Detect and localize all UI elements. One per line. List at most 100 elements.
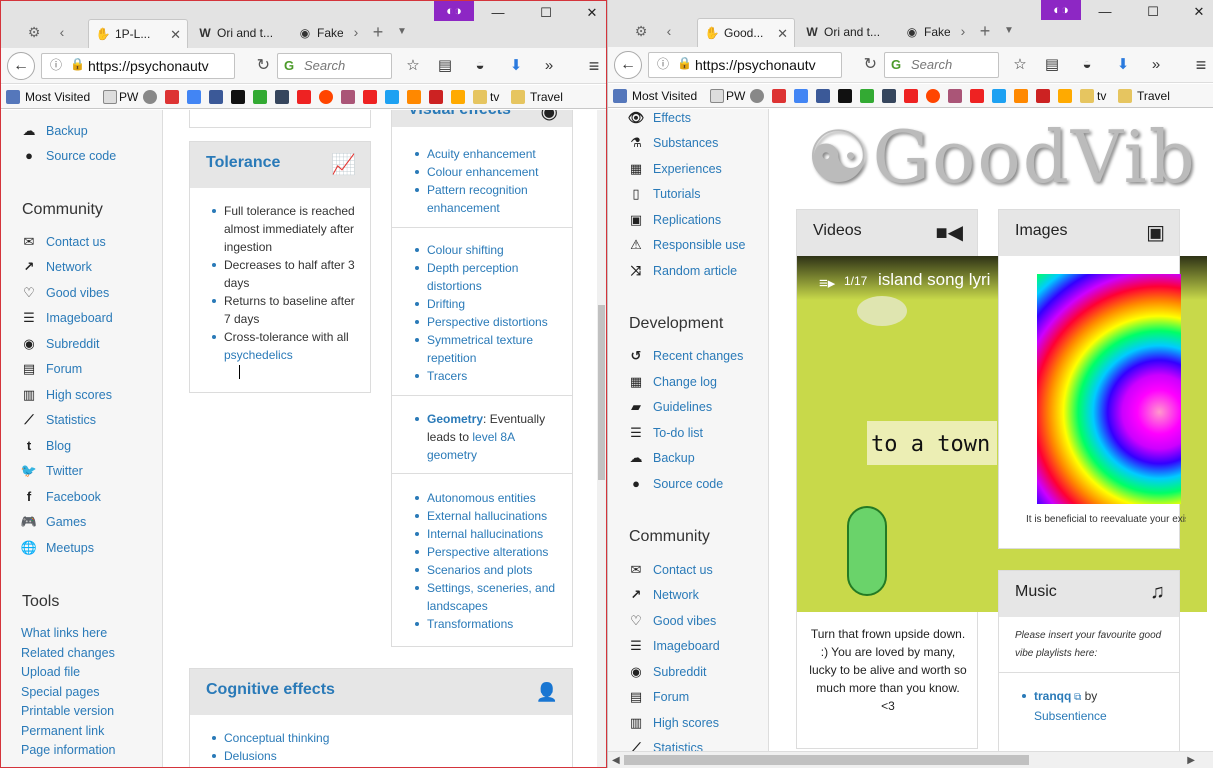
subsentience-link[interactable]: Subsentience bbox=[1034, 709, 1107, 723]
bookmark-favicon-1[interactable] bbox=[143, 90, 157, 104]
bookmark-favicon-1[interactable] bbox=[750, 89, 764, 103]
geometry-link[interactable]: Geometry bbox=[427, 412, 483, 426]
tab-2[interactable]: W Ori and t... bbox=[191, 19, 283, 48]
reading-list-icon[interactable]: ▤ bbox=[1042, 55, 1062, 75]
list-item[interactable]: Tracers bbox=[415, 367, 565, 385]
reload-icon[interactable]: ↻ bbox=[257, 54, 270, 78]
tumblr-bookmark-icon[interactable] bbox=[882, 89, 896, 103]
list-item[interactable]: Symmetrical texture repetition bbox=[415, 331, 565, 367]
sidebar-item-meetups[interactable]: 🌐 Meetups bbox=[21, 539, 94, 557]
sidebar-item-replications[interactable]: ▣ Replications bbox=[630, 211, 721, 229]
settings-tab-icon[interactable]: ⚙ bbox=[25, 23, 43, 41]
list-item[interactable]: Scenarios and plots bbox=[415, 561, 565, 579]
tool-page-information[interactable]: Page information bbox=[21, 743, 116, 757]
list-item[interactable]: Drifting bbox=[415, 295, 565, 313]
new-tab-icon[interactable]: + bbox=[976, 22, 994, 40]
bookmark-favicon-3[interactable] bbox=[860, 89, 874, 103]
bookmark-tv[interactable]: tv bbox=[1097, 88, 1106, 104]
tab-list-icon[interactable]: ▼ bbox=[393, 23, 411, 41]
sidebar-item-network[interactable]: ↗ Network bbox=[24, 258, 92, 276]
scroll-tabs-left-icon[interactable]: ‹ bbox=[660, 22, 678, 40]
sidebar-item-subreddit[interactable]: ◉ Subreddit bbox=[630, 663, 706, 681]
reddit-bookmark-icon[interactable] bbox=[319, 90, 333, 104]
search-input[interactable]: G Search bbox=[884, 52, 999, 78]
twitter-bookmark-icon[interactable] bbox=[385, 90, 399, 104]
gmail-icon[interactable] bbox=[165, 90, 179, 104]
sidebar-item-recent-changes[interactable]: ↺ Recent changes bbox=[631, 347, 744, 365]
tool-special-pages[interactable]: Special pages bbox=[21, 685, 100, 699]
bookmark-star-icon[interactable]: ☆ bbox=[1010, 55, 1030, 75]
sidebar-item-contact-us[interactable]: ✉ Contact us bbox=[24, 233, 106, 251]
sidebar-item-effects[interactable]: 👁 Effects bbox=[628, 109, 691, 127]
settings-tab-icon[interactable]: ⚙ bbox=[632, 22, 650, 40]
scrollbar-thumb[interactable] bbox=[598, 305, 605, 480]
bookmark-favicon-7[interactable] bbox=[451, 90, 465, 104]
overflow-icon[interactable]: » bbox=[1146, 55, 1166, 75]
tool-related-changes[interactable]: Related changes bbox=[21, 646, 115, 660]
youtube-bookmark-icon[interactable] bbox=[297, 90, 311, 104]
minimize-icon[interactable]: — bbox=[490, 5, 506, 21]
reload-icon[interactable]: ↻ bbox=[864, 53, 877, 77]
tranqq-link[interactable]: tranqq bbox=[1034, 689, 1071, 703]
sidebar-item-experiences[interactable]: ▦ Experiences bbox=[630, 160, 722, 178]
list-item[interactable]: External hallucinations bbox=[415, 507, 565, 525]
bookmark-favicon-2[interactable] bbox=[231, 90, 245, 104]
bookmark-favicon-4[interactable] bbox=[948, 89, 962, 103]
list-item[interactable]: Colour enhancement bbox=[415, 163, 565, 181]
download-icon[interactable]: ⬇ bbox=[506, 56, 526, 76]
back-button[interactable]: ← bbox=[7, 52, 35, 80]
youtube-bookmark-icon-2[interactable] bbox=[363, 90, 377, 104]
download-icon[interactable]: ⬇ bbox=[1113, 55, 1133, 75]
list-item[interactable]: Depth perception distortions bbox=[415, 259, 565, 295]
playlist-icon[interactable]: ≡▸ bbox=[819, 274, 835, 292]
bookmark-most-visited[interactable]: Most Visited bbox=[632, 88, 697, 104]
sidebar-item-responsible-use[interactable]: ⚠ Responsible use bbox=[630, 236, 745, 254]
pocket-icon[interactable]: ◒ bbox=[1077, 55, 1097, 75]
reddit-bookmark-icon[interactable] bbox=[926, 89, 940, 103]
tool-upload-file[interactable]: Upload file bbox=[21, 665, 80, 679]
list-item[interactable]: Autonomous entities bbox=[415, 489, 565, 507]
tab-3[interactable]: ◉ Fake bbox=[291, 19, 343, 48]
new-tab-icon[interactable]: + bbox=[369, 23, 387, 41]
facebook-bookmark-icon[interactable] bbox=[209, 90, 223, 104]
facebook-bookmark-icon[interactable] bbox=[816, 89, 830, 103]
scroll-tabs-right-icon[interactable]: › bbox=[954, 22, 972, 40]
close-tab-icon[interactable]: ✕ bbox=[170, 20, 181, 48]
pocket-icon[interactable]: ◒ bbox=[470, 56, 490, 76]
gmail-icon[interactable] bbox=[772, 89, 786, 103]
sidebar-item-substances[interactable]: ⚗ Substances bbox=[630, 134, 718, 152]
list-item[interactable]: Acuity enhancement bbox=[415, 145, 565, 163]
bookmark-pw[interactable]: PW bbox=[726, 88, 745, 104]
maximize-icon[interactable]: ☐ bbox=[538, 5, 554, 21]
sidebar-item-backup[interactable]: ☁ Backup bbox=[23, 122, 88, 140]
google-icon[interactable] bbox=[187, 90, 201, 104]
sidebar-item-good-vibes[interactable]: ♡ Good vibes bbox=[23, 284, 109, 302]
scrollbar-thumb[interactable] bbox=[624, 755, 1029, 765]
horizontal-scrollbar[interactable]: ◀ ▶ bbox=[608, 751, 1213, 768]
bookmark-star-icon[interactable]: ☆ bbox=[403, 56, 423, 76]
google-icon[interactable] bbox=[794, 89, 808, 103]
sidebar-item-twitter[interactable]: 🐦 Twitter bbox=[21, 462, 83, 480]
bookmark-favicon-6[interactable] bbox=[1036, 89, 1050, 103]
sidebar-item-subreddit[interactable]: ◉ Subreddit bbox=[23, 335, 99, 353]
sidebar-item-contact-us[interactable]: ✉ Contact us bbox=[631, 561, 713, 579]
sidebar-item-games[interactable]: 🎮 Games bbox=[21, 513, 86, 531]
sidebar-item-high-scores[interactable]: ▥ High scores bbox=[630, 714, 719, 732]
list-item[interactable]: Settings, sceneries, and landscapes bbox=[415, 579, 565, 615]
youtube-bookmark-icon-2[interactable] bbox=[970, 89, 984, 103]
bookmark-favicon-5[interactable] bbox=[1014, 89, 1028, 103]
list-item[interactable]: Internal hallucinations bbox=[415, 525, 565, 543]
url-bar[interactable]: ⓘ 🔒 https://psychonautv ↻ bbox=[41, 53, 270, 79]
tool-printable-version[interactable]: Printable version bbox=[21, 704, 114, 718]
reading-list-icon[interactable]: ▤ bbox=[435, 56, 455, 76]
sidebar-item-high-scores[interactable]: ▥ High scores bbox=[23, 386, 112, 404]
info-icon[interactable]: ⓘ bbox=[657, 55, 674, 72]
tab-2[interactable]: W Ori and t... bbox=[798, 18, 890, 47]
maximize-icon[interactable]: ☐ bbox=[1145, 4, 1161, 20]
rainbow-image[interactable] bbox=[1037, 274, 1181, 504]
twitter-bookmark-icon[interactable] bbox=[992, 89, 1006, 103]
scroll-left-icon[interactable]: ◀ bbox=[612, 755, 620, 766]
tab-1[interactable]: ✋ Good... ✕ bbox=[697, 18, 795, 47]
bookmark-favicon-6[interactable] bbox=[429, 90, 443, 104]
bookmark-tv[interactable]: tv bbox=[490, 89, 499, 105]
